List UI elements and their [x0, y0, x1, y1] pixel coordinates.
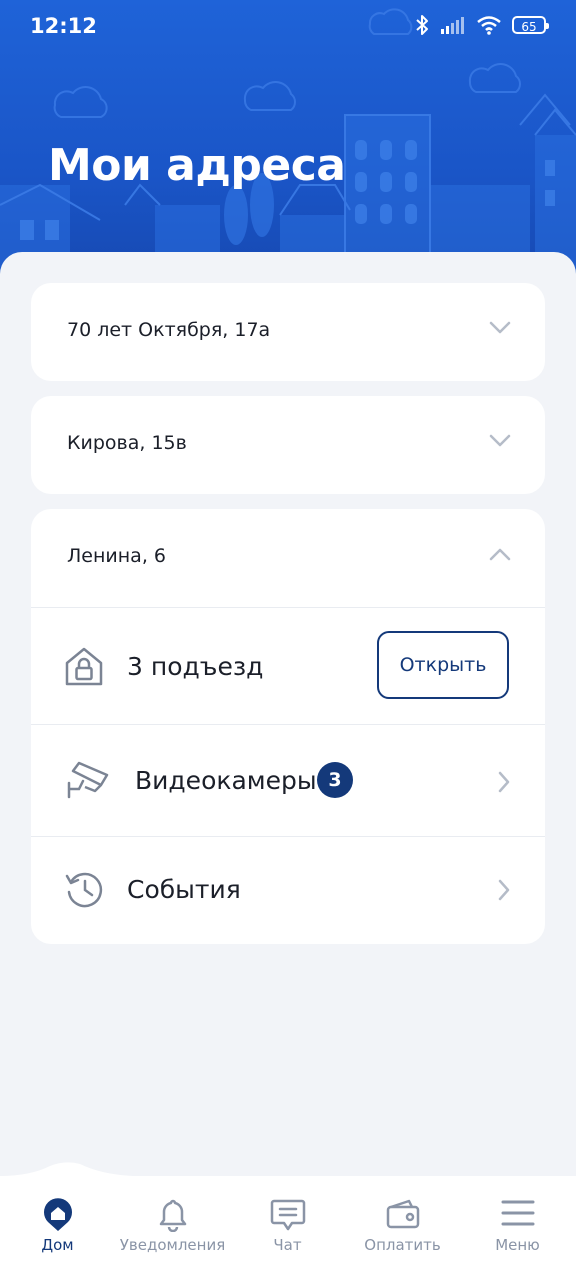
- chevron-down-icon[interactable]: [489, 434, 511, 448]
- entrance-label: 3 подъезд: [127, 652, 264, 681]
- battery-icon: 65: [512, 16, 549, 34]
- address-label: 70 лет Октября, 17а: [67, 319, 271, 341]
- chevron-up-icon[interactable]: [489, 547, 511, 561]
- lock-house-icon: [65, 647, 103, 686]
- address-card-expanded: Ленина, 6 3 подъезд Открыть Видеокамеры: [31, 509, 545, 944]
- chat-icon: [270, 1199, 305, 1231]
- nav-item-notifications[interactable]: Уведомления: [115, 1176, 230, 1280]
- cameras-label: Видеокамеры: [135, 766, 317, 795]
- signal-icon: [441, 17, 464, 34]
- chevron-right-icon: [498, 771, 510, 793]
- home-icon: [43, 1198, 72, 1231]
- content-sheet: 70 лет Октября, 17а Кирова, 15в Ленина, …: [0, 252, 576, 1280]
- nav-item-home[interactable]: Дом: [0, 1176, 115, 1280]
- open-door-button[interactable]: Открыть: [377, 631, 509, 699]
- wallet-icon: [386, 1199, 419, 1229]
- camera-icon: [67, 761, 109, 799]
- history-icon: [65, 872, 103, 908]
- address-card[interactable]: 70 лет Октября, 17а: [31, 283, 545, 381]
- nav-label: Меню: [495, 1236, 540, 1254]
- nav-item-pay[interactable]: Оплатить: [345, 1176, 460, 1280]
- chevron-right-icon: [498, 879, 510, 901]
- wifi-icon: [477, 16, 501, 35]
- nav-label: Оплатить: [364, 1236, 441, 1254]
- address-row[interactable]: Ленина, 6: [31, 509, 545, 607]
- entrance-row: 3 подъезд Открыть: [31, 608, 545, 724]
- address-row[interactable]: Кирова, 15в: [31, 396, 545, 494]
- events-row[interactable]: События: [31, 837, 545, 944]
- chevron-down-icon[interactable]: [489, 321, 511, 335]
- cameras-row[interactable]: Видеокамеры 3: [31, 725, 545, 836]
- status-time: 12:12: [30, 14, 97, 38]
- page-title: Мои адреса: [48, 140, 346, 191]
- bell-icon: [159, 1199, 186, 1232]
- nav-label: Дом: [41, 1236, 74, 1254]
- address-label: Кирова, 15в: [67, 432, 187, 454]
- address-card[interactable]: Кирова, 15в: [31, 396, 545, 494]
- nav-item-menu[interactable]: Меню: [460, 1176, 575, 1280]
- menu-icon: [501, 1200, 534, 1226]
- events-label: События: [127, 875, 241, 904]
- address-row[interactable]: 70 лет Октября, 17а: [31, 283, 545, 381]
- bluetooth-icon: [416, 15, 428, 35]
- address-label: Ленина, 6: [67, 545, 166, 567]
- nav-label: Уведомления: [119, 1236, 226, 1254]
- nav-label: Чат: [273, 1236, 302, 1254]
- status-bar: 12:12 65: [0, 0, 576, 56]
- bottom-navigation: Дом Уведомления Чат Оплатить Меню: [0, 1176, 576, 1280]
- nav-item-chat[interactable]: Чат: [230, 1176, 345, 1280]
- cameras-count-badge: 3: [317, 762, 353, 798]
